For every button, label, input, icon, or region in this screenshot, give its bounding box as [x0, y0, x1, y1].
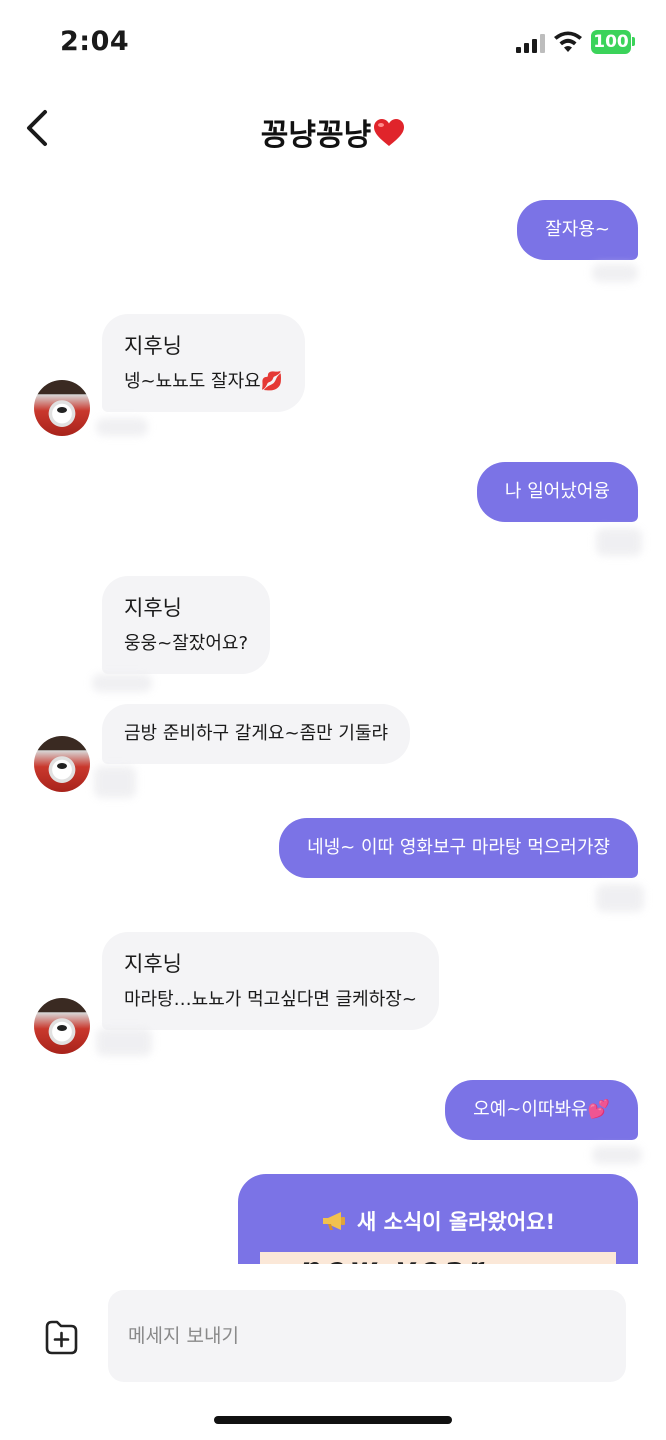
sender-name: 지후닝 — [124, 334, 182, 358]
news-card-title: 새 소식이 올라왔어요! — [238, 1206, 638, 1236]
avatar[interactable] — [34, 380, 90, 436]
message-meta — [592, 264, 638, 282]
status-bar: 2:04 100 — [0, 0, 666, 86]
message-meta — [96, 418, 148, 436]
status-time: 2:04 — [60, 26, 130, 57]
message-bubble-outgoing[interactable]: 오예~이따봐유💕 — [445, 1080, 638, 1140]
avatar[interactable] — [34, 998, 90, 1054]
chat-title-text: 꽁냥꽁냥 — [260, 118, 372, 153]
message-text: 웅웅~잘잤어요? — [124, 633, 248, 654]
sender-name: 지후닝 — [124, 952, 182, 976]
chat-title: 꽁냥꽁냥 — [0, 110, 666, 154]
message-bubble-outgoing[interactable]: 네넹~ 이따 영화보구 마라탕 먹으러가쟝 — [279, 818, 638, 878]
battery-nub — [632, 37, 635, 46]
avatar[interactable] — [34, 736, 90, 792]
message-meta — [596, 884, 644, 912]
sender-name: 지후닝 — [124, 596, 182, 620]
message-meta — [592, 1146, 642, 1164]
battery-level: 100 — [591, 30, 631, 54]
message-bubble-incoming[interactable]: 지후닝 넹~뇨뇨도 잘자요💋 — [102, 314, 306, 412]
message-meta — [596, 528, 642, 556]
message-text: 마라탕…뇨뇨가 먹고싶다면 글케하장~ — [124, 989, 417, 1010]
message-meta — [92, 674, 152, 692]
message-bubble-outgoing[interactable]: 나 일어났어융 — [476, 462, 638, 522]
message-text: 잘자용~ — [545, 219, 610, 240]
message-bubble-outgoing[interactable]: 잘자용~ — [517, 200, 638, 260]
attach-button[interactable] — [42, 1318, 80, 1356]
message-text: 네넹~ 이따 영화보구 마라탕 먹으러가쟝 — [307, 837, 610, 858]
news-card-title-text: 새 소식이 올라왔어요! — [356, 1210, 556, 1234]
message-bubble-incoming[interactable]: 지후닝 마라탕…뇨뇨가 먹고싶다면 글케하장~ — [102, 932, 439, 1030]
wifi-icon — [554, 31, 582, 52]
message-text: 넹~뇨뇨도 잘자요💋 — [124, 371, 284, 392]
message-text: 오예~이따봐유💕 — [473, 1099, 610, 1120]
message-bubble-incoming[interactable]: 지후닝 웅웅~잘잤어요? — [102, 576, 270, 674]
message-meta — [94, 766, 136, 798]
message-text: 금방 준비하구 갈게요~좀만 기둘랴 — [124, 723, 389, 744]
message-bubble-incoming[interactable]: 금방 준비하구 갈게요~좀만 기둘랴 — [102, 704, 411, 764]
cellular-signal-icon — [516, 34, 546, 53]
message-box — [108, 1290, 626, 1382]
home-indicator[interactable] — [214, 1416, 452, 1424]
message-meta — [96, 1028, 152, 1056]
chat-header: 꽁냥꽁냥 — [0, 96, 666, 166]
heart-icon — [374, 119, 405, 146]
message-input[interactable] — [128, 1290, 608, 1382]
megaphone-icon — [322, 1212, 345, 1230]
composer-bar — [0, 1264, 666, 1440]
message-text: 나 일어났어융 — [504, 481, 610, 502]
